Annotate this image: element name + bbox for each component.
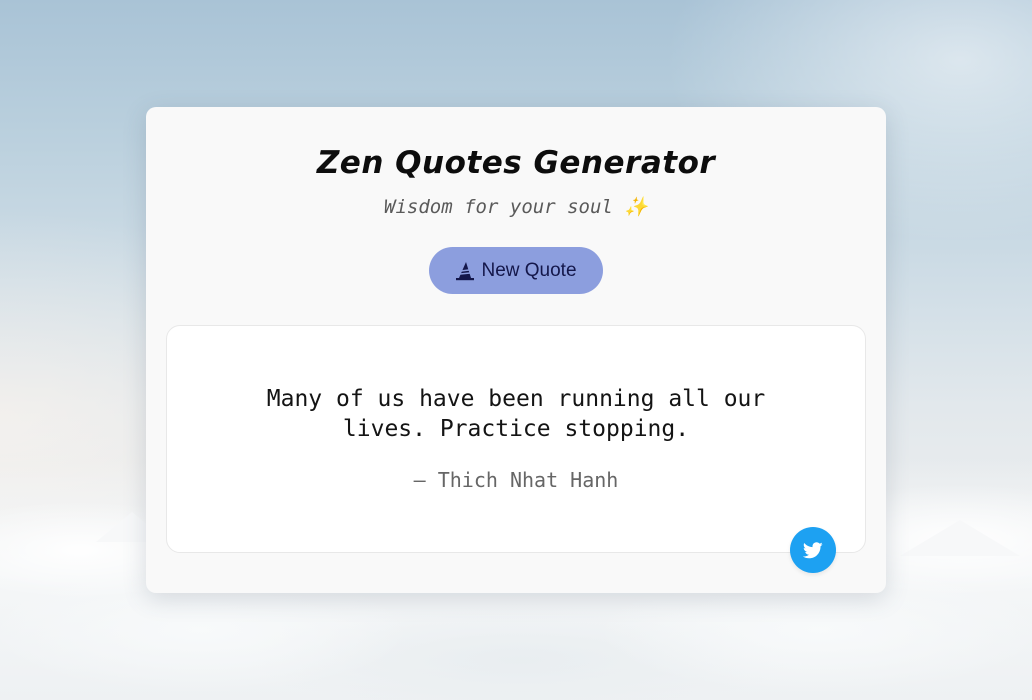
wizard-hat-icon <box>455 261 475 281</box>
quote-container: Many of us have been running all our liv… <box>166 325 866 553</box>
quote-author: — Thich Nhat Hanh <box>413 468 619 492</box>
new-quote-button[interactable]: New Quote <box>429 247 603 294</box>
tweet-button[interactable] <box>790 527 836 573</box>
page-subtitle: Wisdom for your soul ✨ <box>384 196 648 218</box>
page-title: Zen Quotes Generator <box>316 145 716 181</box>
quote-text: Many of us have been running all our liv… <box>266 386 766 442</box>
new-quote-label: New Quote <box>481 259 577 281</box>
mountain-peak <box>900 520 1020 556</box>
twitter-icon <box>803 541 823 559</box>
quote-card: Zen Quotes Generator Wisdom for your sou… <box>146 107 886 593</box>
